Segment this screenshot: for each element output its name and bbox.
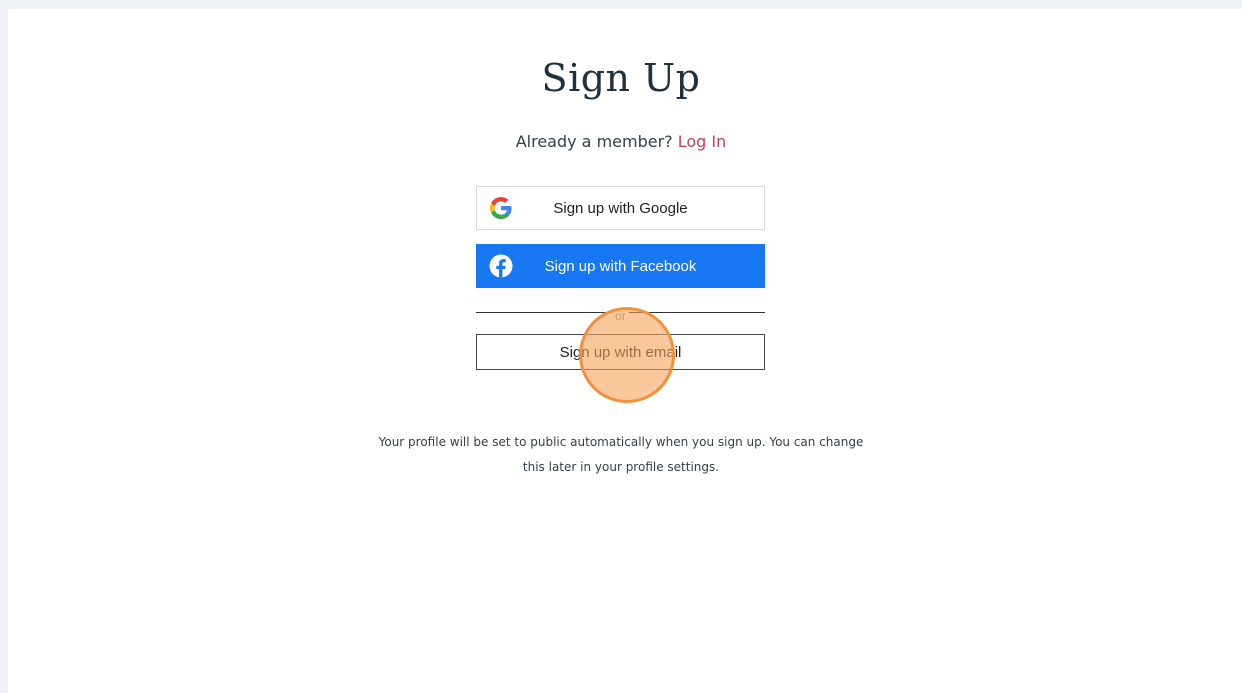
google-signup-button[interactable]: Sign up with Google <box>476 186 765 230</box>
facebook-signup-label: Sign up with Facebook <box>544 257 697 275</box>
google-signup-label: Sign up with Google <box>553 199 688 217</box>
divider-or-text: or <box>612 309 629 323</box>
google-icon <box>490 197 512 219</box>
divider-label: or <box>476 309 765 323</box>
member-prompt-text: Already a member? <box>515 132 673 151</box>
notice-line-2: this later in your profile settings. <box>522 460 720 474</box>
email-signup-label: Sign up with email <box>559 343 682 361</box>
facebook-icon <box>489 254 513 278</box>
profile-visibility-notice: Your profile will be set to public autom… <box>371 430 871 480</box>
page-title: Sign Up <box>541 56 701 100</box>
login-prompt: Already a member? Log In <box>0 132 1242 152</box>
facebook-signup-button[interactable]: Sign up with Facebook <box>476 244 765 288</box>
email-signup-button[interactable]: Sign up with email <box>476 334 765 370</box>
login-link[interactable]: Log In <box>678 132 727 151</box>
notice-line-1: Your profile will be set to public autom… <box>378 435 864 449</box>
